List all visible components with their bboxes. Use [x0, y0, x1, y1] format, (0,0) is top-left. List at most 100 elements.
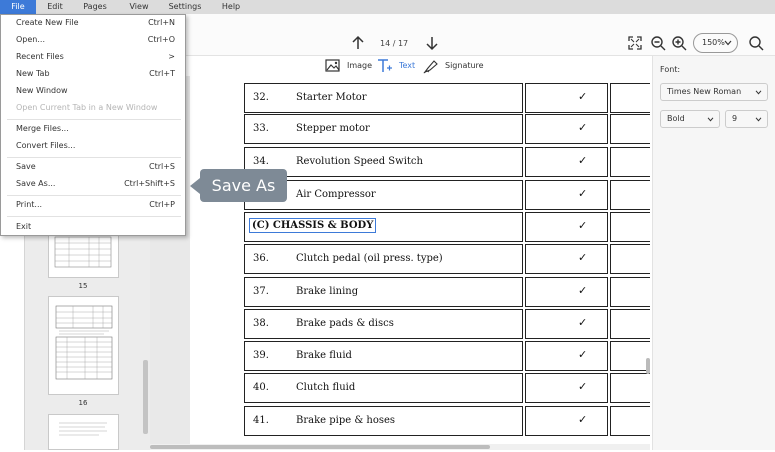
page-thumbnail-17[interactable] [48, 414, 119, 450]
empty-cell [610, 406, 650, 436]
check-cell: ✓ [525, 114, 608, 144]
row-number: 34. [253, 156, 269, 167]
check-cell: ✓ [525, 244, 608, 274]
row-description: Brake pipe & hoses [296, 415, 396, 426]
shortcut-new-tab: Ctrl+T [149, 69, 175, 78]
menu-item-save-as[interactable]: Save As... [16, 178, 55, 190]
page-thumbnail-preview [59, 422, 107, 436]
signature-tool-icon[interactable] [423, 58, 439, 74]
search-icon[interactable] [748, 35, 764, 51]
item-cell: 32. Starter Motor [244, 83, 523, 113]
menu-separator [7, 119, 181, 120]
row-description: Starter Motor [296, 92, 367, 103]
row-number: 32. [253, 92, 269, 103]
check-cell: ✓ [525, 341, 608, 371]
item-cell: 39. Brake fluid [244, 341, 523, 371]
item-cell: 37. Brake lining [244, 277, 523, 307]
font-family-value: Times New Roman [667, 87, 742, 96]
empty-cell [610, 309, 650, 339]
item-cell: (C) CHASSIS & BODY [244, 212, 523, 242]
horizontal-scrollbar[interactable] [150, 444, 650, 450]
row-description: Revolution Speed Switch [296, 156, 423, 167]
selected-text-box[interactable]: (C) CHASSIS & BODY [249, 218, 377, 233]
zoom-out-icon[interactable] [650, 35, 666, 51]
check-mark-icon: ✓ [578, 121, 588, 134]
page-thumbnail-16[interactable] [48, 296, 119, 395]
row-number: 33. [253, 123, 269, 134]
empty-cell [610, 373, 650, 403]
shortcut-open: Ctrl+O [147, 35, 175, 44]
menu-item-merge-files[interactable]: Merge Files... [16, 123, 69, 135]
fullscreen-icon[interactable] [627, 35, 643, 51]
menu-item-print[interactable]: Print... [16, 199, 42, 211]
empty-cell [610, 244, 650, 274]
sidebar-scrollbar[interactable] [143, 360, 148, 434]
menu-settings[interactable]: Settings [165, 0, 205, 14]
menu-item-open[interactable]: Open... [16, 34, 45, 46]
properties-panel: Font: Times New Roman Bold 9 [652, 56, 775, 450]
zoom-in-icon[interactable] [671, 35, 687, 51]
empty-cell [610, 83, 650, 113]
check-mark-icon: ✓ [578, 316, 588, 329]
horizontal-scrollbar-thumb[interactable] [150, 445, 490, 449]
check-cell: ✓ [525, 180, 608, 210]
page-indicator: 14 / 17 [380, 39, 409, 48]
arrow-up-icon[interactable] [350, 35, 366, 51]
menu-view[interactable]: View [124, 0, 154, 14]
menu-item-exit[interactable]: Exit [16, 221, 31, 233]
check-cell: ✓ [525, 212, 608, 242]
submenu-arrow-icon: > [168, 52, 175, 61]
check-cell: ✓ [525, 309, 608, 339]
image-tool-label[interactable]: Image [347, 58, 372, 74]
check-cell: ✓ [525, 83, 608, 113]
menu-item-recent-files[interactable]: Recent Files [16, 51, 64, 63]
shortcut-print: Ctrl+P [149, 200, 175, 209]
image-tool-icon[interactable] [325, 59, 341, 73]
thumbnail-label-16: 16 [78, 399, 88, 407]
menu-pages[interactable]: Pages [80, 0, 110, 14]
menu-item-new-window[interactable]: New Window [16, 85, 68, 97]
menu-item-convert-files[interactable]: Convert Files... [16, 140, 75, 152]
document-page: 32. Starter Motor ✓ 33. Stepper motor ✓ 34. Rev… [190, 76, 650, 446]
item-cell: 36. Clutch pedal (oil press. type) [244, 244, 523, 274]
row-description: Stepper motor [296, 123, 370, 134]
empty-cell [610, 180, 650, 210]
page-thumbnail-15[interactable] [48, 232, 119, 278]
menu-edit[interactable]: Edit [40, 0, 70, 14]
row-description: Clutch fluid [296, 382, 356, 393]
check-cell: ✓ [525, 277, 608, 307]
check-mark-icon: ✓ [578, 251, 588, 264]
text-tool-icon[interactable] [377, 58, 393, 74]
chevron-down-icon [755, 90, 762, 95]
menu-bar: File Edit Pages View Settings Help [0, 0, 775, 14]
font-family-select[interactable]: Times New Roman [660, 83, 768, 101]
check-cell: ✓ [525, 406, 608, 436]
menu-file[interactable]: File [0, 0, 36, 14]
font-size-select[interactable]: 9 [725, 110, 768, 128]
font-weight-select[interactable]: Bold [660, 110, 720, 128]
check-mark-icon: ✓ [578, 284, 588, 297]
item-cell: 41. Brake pipe & hoses [244, 406, 523, 436]
check-cell: ✓ [525, 147, 608, 177]
empty-cell [610, 212, 650, 242]
menu-item-save[interactable]: Save [16, 161, 36, 173]
text-tool-label[interactable]: Text [399, 58, 415, 74]
menu-separator [7, 157, 181, 158]
menu-item-create-new-file[interactable]: Create New File [16, 17, 79, 29]
menu-item-new-tab[interactable]: New Tab [16, 68, 50, 80]
row-description: Brake lining [296, 286, 359, 297]
row-description: Clutch pedal (oil press. type) [296, 253, 443, 264]
zoom-select[interactable]: 150% [693, 33, 738, 53]
shortcut-save: Ctrl+S [148, 162, 175, 171]
vertical-scrollbar-thumb[interactable] [646, 358, 650, 374]
empty-cell [610, 341, 650, 371]
signature-tool-label[interactable]: Signature [445, 58, 484, 74]
page-thumbnail-preview [54, 236, 112, 268]
save-as-tooltip: Save As [200, 169, 287, 202]
item-cell: 40. Clutch fluid [244, 373, 523, 403]
vertical-scrollbar[interactable] [645, 76, 651, 444]
menu-help[interactable]: Help [216, 0, 246, 14]
row-number: 39. [253, 350, 269, 361]
thumbnail-label-15: 15 [78, 282, 88, 290]
arrow-down-icon[interactable] [424, 35, 440, 51]
